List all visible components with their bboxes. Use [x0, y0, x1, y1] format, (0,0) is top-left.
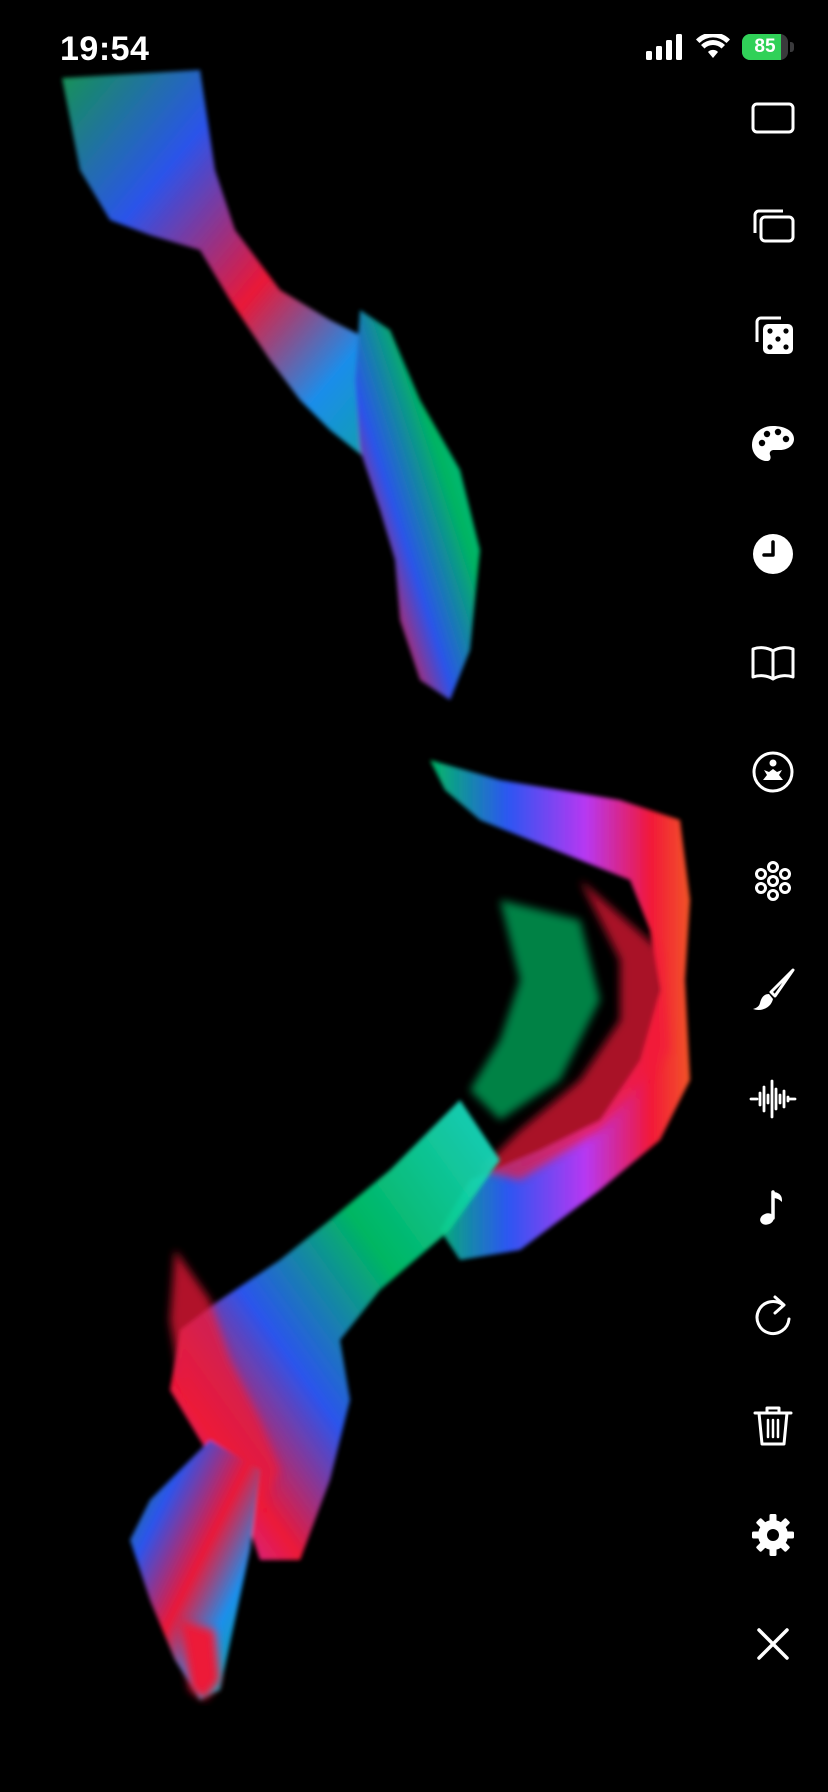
- meditate-button[interactable]: [741, 740, 805, 804]
- wifi-icon: [696, 34, 730, 58]
- audio-reactive-button[interactable]: [741, 1067, 805, 1131]
- rectangle-icon: [751, 102, 795, 134]
- flower-icon: [755, 861, 791, 901]
- gear-icon: [752, 1514, 794, 1556]
- waveform-icon: [749, 1079, 797, 1119]
- toolbar: [718, 86, 828, 1721]
- settings-button[interactable]: [741, 1503, 805, 1567]
- palette-button[interactable]: [741, 413, 805, 477]
- music-note-icon: [760, 1190, 782, 1225]
- battery-icon: 85: [742, 34, 794, 60]
- palette-icon: [752, 426, 794, 461]
- pattern-button[interactable]: [741, 849, 805, 913]
- close-icon: [757, 1628, 789, 1660]
- speed-button[interactable]: [741, 522, 805, 586]
- paintbrush-icon: [753, 968, 795, 1010]
- battery-percentage: 85: [754, 36, 776, 57]
- meditation-icon: [752, 751, 794, 793]
- brush-button[interactable]: [741, 958, 805, 1022]
- clock-icon: [753, 534, 793, 574]
- cellular-signal-icon: [646, 34, 682, 60]
- randomize-button[interactable]: [741, 304, 805, 368]
- trash-icon: [753, 1406, 793, 1446]
- clear-button[interactable]: [741, 1394, 805, 1458]
- refresh-icon: [755, 1295, 791, 1336]
- status-icons: 85: [646, 34, 794, 60]
- stacked-rectangles-icon: [753, 209, 795, 243]
- music-button[interactable]: [741, 1176, 805, 1240]
- multi-frame-button[interactable]: [741, 195, 805, 259]
- reset-button[interactable]: [741, 1285, 805, 1349]
- single-frame-button[interactable]: [741, 86, 805, 150]
- artwork-canvas[interactable]: [0, 60, 720, 1720]
- library-button[interactable]: [741, 631, 805, 695]
- stroke-lower: [130, 1100, 500, 1700]
- book-icon: [751, 646, 795, 681]
- stroke-top: [62, 70, 480, 700]
- dice-icon: [755, 316, 793, 354]
- close-button[interactable]: [741, 1612, 805, 1676]
